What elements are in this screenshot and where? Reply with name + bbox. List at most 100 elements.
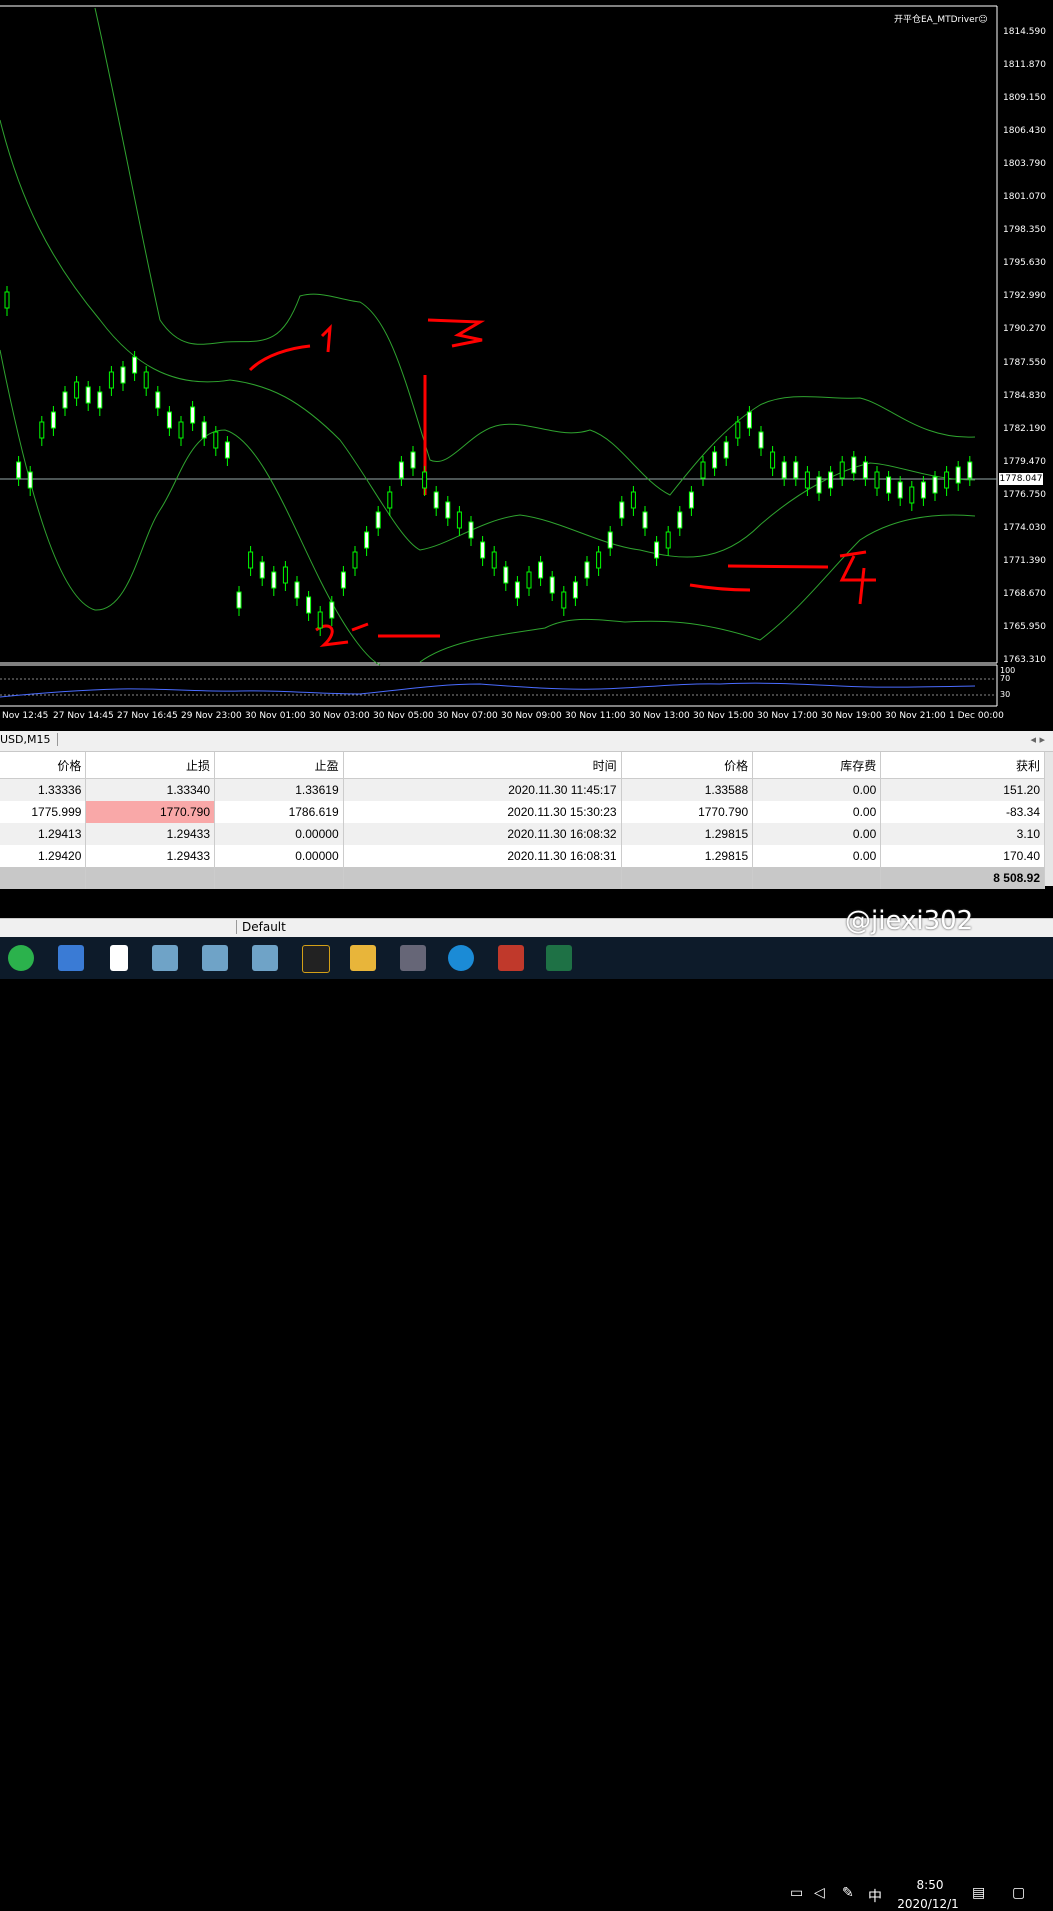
cell-stop-loss-highlight: 1770.790 (85, 801, 216, 823)
volume-icon[interactable]: ◁ (814, 1885, 825, 1901)
cell: 1.29815 (621, 823, 754, 845)
col-swap[interactable]: 库存费 (752, 752, 882, 779)
watermark: @jiexi302 (845, 906, 974, 936)
table-row[interactable]: 1.33336 1.33340 1.33619 2020.11.30 11:45… (0, 778, 1045, 801)
candle-body (654, 541, 660, 559)
annotation-4-line (689, 550, 876, 605)
time-axis-label: 30 Nov 07:00 (437, 711, 498, 721)
tab-chart-symbol[interactable]: USD,M15 (0, 733, 58, 746)
network-icon[interactable]: ▭ (790, 1885, 803, 1901)
candle-body (839, 461, 845, 479)
cell: 0.00 (752, 845, 882, 867)
price-axis-label: 1768.670 (1003, 588, 1046, 599)
people-icon[interactable] (252, 945, 278, 971)
candle-body (39, 421, 45, 439)
wechat-icon[interactable] (8, 945, 34, 971)
cell: 151.20 (880, 778, 1045, 801)
candle-body (851, 456, 857, 474)
folder-icon[interactable] (350, 945, 376, 971)
annotation-3-line (423, 318, 486, 495)
time-axis-label: 27 Nov 16:45 (117, 711, 178, 721)
price-axis-label: 1792.990 (1003, 291, 1046, 302)
tool-icon[interactable] (498, 945, 524, 971)
pen-icon[interactable]: ✎ (842, 1885, 854, 1901)
time-axis-label: 30 Nov 19:00 (821, 711, 882, 721)
cell: 1770.790 (621, 801, 754, 823)
candle-body (422, 471, 428, 489)
price-axis-label: 1790.270 (1003, 324, 1046, 335)
candle-body (294, 581, 300, 599)
candle-body (758, 431, 764, 449)
candle-body (955, 466, 961, 484)
cell: 0.00000 (214, 823, 344, 845)
excel-icon[interactable] (546, 945, 572, 971)
candle-body (364, 531, 370, 549)
candle-body (387, 491, 393, 509)
col-stop-loss[interactable]: 止损 (85, 752, 216, 779)
cell: 1.33340 (85, 778, 216, 801)
candle-body (874, 471, 880, 489)
clock-time[interactable]: 8:50 (905, 1878, 955, 1892)
candle-body (120, 366, 126, 384)
candle-body (282, 566, 288, 584)
file-icon[interactable] (110, 945, 128, 971)
price-axis-label: 1784.830 (1003, 390, 1046, 401)
candle-body (317, 611, 323, 629)
candle-body (155, 391, 161, 409)
cell: 2020.11.30 15:30:23 (343, 801, 622, 823)
candle-body (259, 561, 265, 579)
candle-body (712, 451, 718, 469)
price-chart[interactable] (0, 0, 1053, 730)
trading-app-icon[interactable] (302, 945, 330, 973)
table-row[interactable]: 1.29420 1.29433 0.00000 2020.11.30 16:08… (0, 845, 1045, 867)
people-icon[interactable] (152, 945, 178, 971)
col-close-price[interactable]: 价格 (621, 752, 754, 779)
candle-body (480, 541, 486, 559)
table-row[interactable]: 1775.999 1770.790 1786.619 2020.11.30 15… (0, 801, 1045, 823)
col-time[interactable]: 时间 (343, 752, 622, 779)
orders-table: 价格 止损 止盈 时间 价格 库存费 获利 1.33336 1.33340 1.… (0, 752, 1045, 889)
chart-area[interactable]: 开平仓EA_MTDriver☺ 1778.047 1814.590 1811.87… (0, 0, 1053, 730)
clock-date[interactable]: 2020/12/1 (893, 1897, 963, 1911)
candle-body (445, 501, 451, 519)
calculator-icon[interactable] (400, 945, 426, 971)
cell: 170.40 (880, 845, 1045, 867)
price-axis-label: 1776.750 (1003, 489, 1046, 500)
candle-body (804, 471, 810, 489)
edge-browser-icon[interactable] (448, 945, 474, 971)
col-profit[interactable]: 获利 (880, 752, 1045, 779)
candle-body (166, 411, 172, 429)
table-row[interactable]: 1.29413 1.29433 0.00000 2020.11.30 16:08… (0, 823, 1045, 845)
candle-body (190, 406, 196, 424)
candle-body (897, 481, 903, 499)
current-price-tag: 1778.047 (999, 473, 1043, 485)
candle-body (340, 571, 346, 589)
tab-scroll-arrows[interactable]: ◂ ▸ (1030, 733, 1045, 746)
notes-icon[interactable]: ▤ (972, 1885, 985, 1901)
candle-body (468, 521, 474, 539)
col-take-profit[interactable]: 止盈 (214, 752, 344, 779)
window-icon[interactable] (58, 945, 84, 971)
candlesticks (4, 286, 973, 636)
ime-indicator[interactable]: 中 (868, 1886, 882, 1906)
candle-body (236, 591, 242, 609)
candle-body (271, 571, 277, 589)
price-axis-label: 1809.150 (1003, 93, 1046, 104)
candle-body (909, 486, 915, 504)
cell: 2020.11.30 11:45:17 (343, 778, 622, 801)
candle-body (572, 581, 578, 599)
notification-icon[interactable]: ▢ (1012, 1885, 1025, 1901)
table-header: 价格 止损 止盈 时间 价格 库存费 获利 (0, 752, 1045, 779)
col-price[interactable]: 价格 (0, 752, 87, 779)
cell: 1.33588 (621, 778, 754, 801)
terminal-scrollbar[interactable] (1045, 752, 1053, 886)
candle-body (932, 476, 938, 494)
people-icon[interactable] (202, 945, 228, 971)
candle-body (665, 531, 671, 549)
candle-body (642, 511, 648, 529)
price-axis-label: 1763.310 (1003, 654, 1046, 665)
candle-body (793, 461, 799, 479)
cell: 1.29433 (85, 845, 216, 867)
candle-body (74, 381, 80, 399)
time-axis-label: 29 Nov 23:00 (181, 711, 242, 721)
